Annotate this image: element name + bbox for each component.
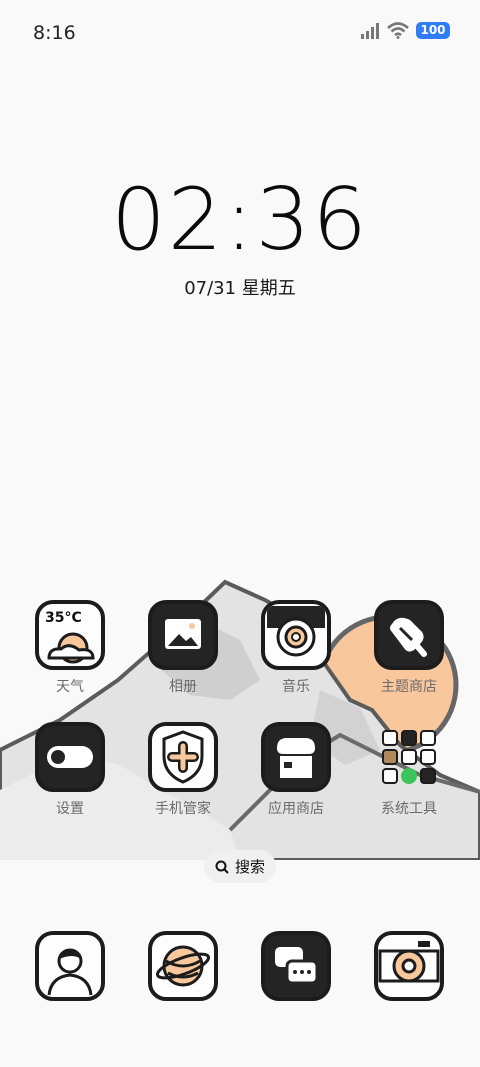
browser-icon [148,931,218,1001]
dock-camera[interactable] [374,931,444,1001]
search-label: 搜索 [234,858,265,876]
app-label: 相册 [169,679,197,695]
dock-contacts[interactable] [35,931,105,1001]
app-label: 设置 [56,801,84,817]
folder-icon [374,722,444,792]
contacts-icon [35,931,105,1001]
app-settings[interactable]: 设置 [14,722,126,818]
clock-date: 07/31 星期五 [184,278,296,299]
app-label: 应用商店 [268,801,324,817]
dock-messages[interactable] [261,931,331,1001]
dock-browser[interactable] [148,931,218,1001]
camera-icon [374,931,444,1001]
phone-manager-icon [148,722,218,792]
status-icons: 100 [360,22,450,39]
weather-temperature: 35°C [45,610,82,626]
clock-time[interactable]: 02:36 [0,170,480,270]
app-music[interactable]: 音乐 [240,600,352,696]
app-label: 手机管家 [155,801,211,817]
search-button[interactable]: 搜索 [204,850,276,883]
status-time: 8:16 [33,22,76,44]
app-weather[interactable]: 35°C 天气 [14,600,126,696]
settings-toggle-icon [35,722,105,792]
app-theme-store[interactable]: 主题商店 [353,600,465,696]
app-folder-system-tools[interactable]: 系统工具 [353,722,465,818]
wifi-icon [387,22,409,39]
app-app-store[interactable]: 应用商店 [240,722,352,818]
status-bar: 8:16 100 [0,0,480,66]
messages-icon [261,931,331,1001]
app-label: 音乐 [282,679,310,695]
app-label: 天气 [56,679,84,695]
gallery-icon [148,600,218,670]
search-icon [215,860,229,874]
app-label: 主题商店 [381,679,437,695]
app-label: 系统工具 [381,801,437,817]
weather-icon: 35°C [35,600,105,670]
app-store-icon [261,722,331,792]
music-icon [261,600,331,670]
app-phone-manager[interactable]: 手机管家 [127,722,239,818]
app-gallery[interactable]: 相册 [127,600,239,696]
battery-badge: 100 [416,22,450,39]
signal-icon [361,22,379,39]
theme-store-icon [374,600,444,670]
